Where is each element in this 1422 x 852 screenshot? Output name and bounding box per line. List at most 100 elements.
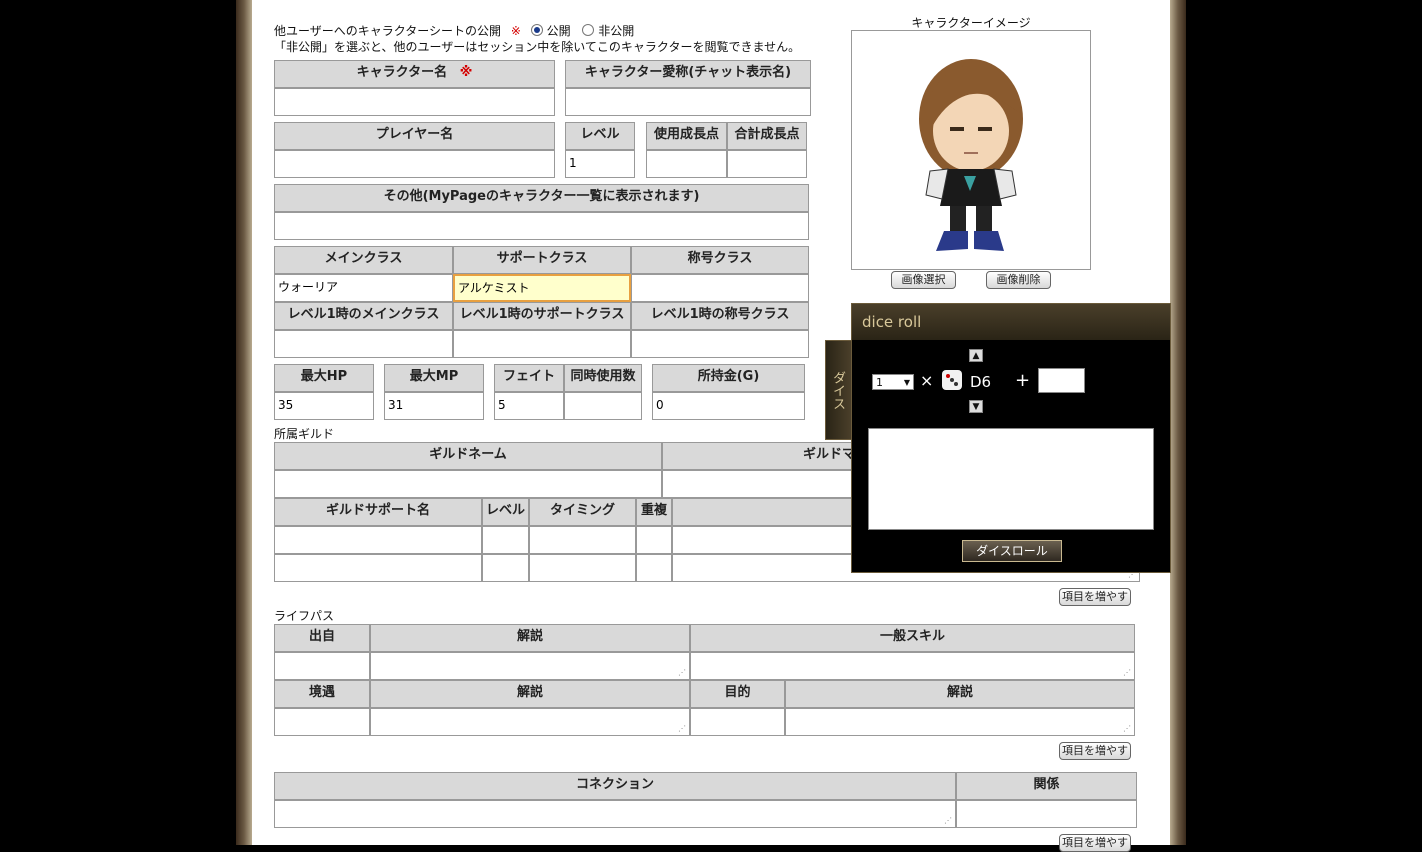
simul-use-header: 同時使用数 bbox=[564, 364, 642, 392]
fate-header: フェイト bbox=[494, 364, 564, 392]
char-image-frame bbox=[851, 30, 1091, 270]
visibility-label: 他ユーザーへのキャラクターシートの公開 bbox=[274, 24, 502, 38]
support-class-input[interactable]: アルケミスト bbox=[453, 274, 631, 302]
dice-result-area[interactable] bbox=[868, 428, 1154, 530]
die-type-up-button[interactable]: ▲ bbox=[969, 349, 983, 362]
player-name-input[interactable] bbox=[274, 150, 555, 178]
dice-count-select[interactable]: 1 ▼ bbox=[872, 374, 914, 390]
circumstance-input[interactable] bbox=[274, 708, 370, 736]
max-mp-input[interactable]: 31 bbox=[384, 392, 484, 420]
guild-name-header: ギルドネーム bbox=[274, 442, 662, 470]
die-type-label: D6 bbox=[970, 373, 992, 391]
guild-support-level-input-1[interactable] bbox=[482, 526, 529, 554]
guild-support-dup-input-2[interactable] bbox=[636, 554, 672, 582]
circumstance-header: 境遇 bbox=[274, 680, 370, 708]
max-hp-header: 最大HP bbox=[274, 364, 374, 392]
goal-input[interactable] bbox=[690, 708, 785, 736]
guild-add-row-button[interactable]: 項目を増やす bbox=[1059, 588, 1131, 606]
guild-support-level-header: レベル bbox=[482, 498, 529, 526]
private-radio[interactable] bbox=[582, 24, 595, 36]
die-type-down-button[interactable]: ▼ bbox=[969, 400, 983, 413]
other-input[interactable] bbox=[274, 212, 809, 240]
connection-add-row-button[interactable]: 項目を増やす bbox=[1059, 834, 1131, 852]
dice-count-value: 1 bbox=[876, 376, 883, 389]
dice-panel-title: dice roll bbox=[852, 304, 1170, 340]
title-class-input[interactable] bbox=[631, 274, 809, 302]
guild-master-header: ギルドマ bbox=[662, 442, 852, 470]
lv1-main-class-input[interactable] bbox=[274, 330, 453, 358]
circumstance-desc-input[interactable]: ⋰ bbox=[370, 708, 690, 736]
guild-support-desc-input-1[interactable] bbox=[672, 526, 852, 554]
char-nick-header: キャラクター愛称(チャット表示名) bbox=[565, 60, 811, 88]
guild-support-dup-input-1[interactable] bbox=[636, 526, 672, 554]
origin-desc-input[interactable]: ⋰ bbox=[370, 652, 690, 680]
origin-input[interactable] bbox=[274, 652, 370, 680]
lv1-support-class-header: レベル1時のサポートクラス bbox=[453, 302, 631, 330]
guild-support-desc-header bbox=[672, 498, 852, 526]
image-delete-button[interactable]: 画像削除 bbox=[986, 271, 1051, 289]
guild-support-level-input-2[interactable] bbox=[482, 554, 529, 582]
relation-input[interactable] bbox=[956, 800, 1137, 828]
resize-grip-icon[interactable]: ⋰ bbox=[678, 725, 686, 733]
visibility-note: 「非公開」を選ぶと、他のユーザーはセッション中を除いてこのキャラクターを閲覧でき… bbox=[274, 40, 801, 54]
connection-input[interactable]: ⋰ bbox=[274, 800, 956, 828]
player-name-header: プレイヤー名 bbox=[274, 122, 555, 150]
char-name-input[interactable] bbox=[274, 88, 555, 116]
public-radio-label: 公開 bbox=[546, 24, 571, 38]
guild-support-name-input-2[interactable] bbox=[274, 554, 482, 582]
guild-support-timing-header: タイミング bbox=[529, 498, 636, 526]
main-class-input[interactable]: ウォーリア bbox=[274, 274, 453, 302]
other-header: その他(MyPageのキャラクター一覧に表示されます) bbox=[274, 184, 809, 212]
circumstance-desc-header: 解説 bbox=[370, 680, 690, 708]
support-class-header: サポートクラス bbox=[453, 246, 631, 274]
guild-support-name-header: ギルドサポート名 bbox=[274, 498, 482, 526]
lv1-support-class-input[interactable] bbox=[453, 330, 631, 358]
goal-desc-header: 解説 bbox=[785, 680, 1135, 708]
fate-input[interactable]: 5 bbox=[494, 392, 564, 420]
resize-grip-icon[interactable]: ⋰ bbox=[1123, 669, 1131, 677]
lv1-title-class-header: レベル1時の称号クラス bbox=[631, 302, 809, 330]
times-sign: × bbox=[920, 371, 934, 390]
general-skill-input[interactable]: ⋰ bbox=[690, 652, 1135, 680]
lifepath-add-row-button[interactable]: 項目を増やす bbox=[1059, 742, 1131, 760]
max-hp-input[interactable]: 35 bbox=[274, 392, 374, 420]
guild-support-name-input-1[interactable] bbox=[274, 526, 482, 554]
simul-use-input[interactable] bbox=[564, 392, 642, 420]
image-select-button[interactable]: 画像選択 bbox=[891, 271, 956, 289]
guild-master-input[interactable] bbox=[662, 470, 852, 498]
max-mp-header: 最大MP bbox=[384, 364, 484, 392]
char-image-title: キャラクターイメージ bbox=[911, 16, 1031, 30]
dice-icon bbox=[942, 370, 962, 390]
used-growth-header: 使用成長点 bbox=[646, 122, 727, 150]
guild-name-input[interactable] bbox=[274, 470, 662, 498]
goal-desc-input[interactable]: ⋰ bbox=[785, 708, 1135, 736]
guild-support-timing-input-2[interactable] bbox=[529, 554, 636, 582]
title-class-header: 称号クラス bbox=[631, 246, 809, 274]
required-mark: ※ bbox=[510, 24, 521, 38]
goal-header: 目的 bbox=[690, 680, 785, 708]
total-growth-input[interactable] bbox=[727, 150, 807, 178]
dice-tab[interactable]: ダイス bbox=[825, 340, 852, 440]
dice-roll-panel: dice roll 1 ▼ × ▲ D6 ▼ + ダイスロール bbox=[851, 303, 1171, 573]
plus-sign: + bbox=[1015, 370, 1031, 391]
guild-support-timing-input-1[interactable] bbox=[529, 526, 636, 554]
lv1-title-class-input[interactable] bbox=[631, 330, 809, 358]
main-class-header: メインクラス bbox=[274, 246, 453, 274]
resize-grip-icon[interactable]: ⋰ bbox=[1123, 725, 1131, 733]
public-radio[interactable] bbox=[530, 24, 543, 36]
dice-roll-button[interactable]: ダイスロール bbox=[962, 540, 1062, 562]
origin-desc-header: 解説 bbox=[370, 624, 690, 652]
lv1-main-class-header: レベル1時のメインクラス bbox=[274, 302, 453, 330]
visibility-row: 他ユーザーへのキャラクターシートの公開 ※ 公開 非公開 bbox=[274, 22, 634, 39]
level-header: レベル bbox=[565, 122, 635, 150]
char-name-label: キャラクター名 bbox=[356, 65, 448, 80]
level-input[interactable]: 1 bbox=[565, 150, 635, 178]
gold-input[interactable]: 0 bbox=[652, 392, 805, 420]
dice-modifier-input[interactable] bbox=[1038, 368, 1085, 393]
used-growth-input[interactable] bbox=[646, 150, 727, 178]
char-nick-input[interactable] bbox=[565, 88, 811, 116]
resize-grip-icon[interactable]: ⋰ bbox=[678, 669, 686, 677]
character-avatar-image bbox=[919, 59, 1023, 251]
connection-header: コネクション bbox=[274, 772, 956, 800]
resize-grip-icon[interactable]: ⋰ bbox=[944, 817, 952, 825]
